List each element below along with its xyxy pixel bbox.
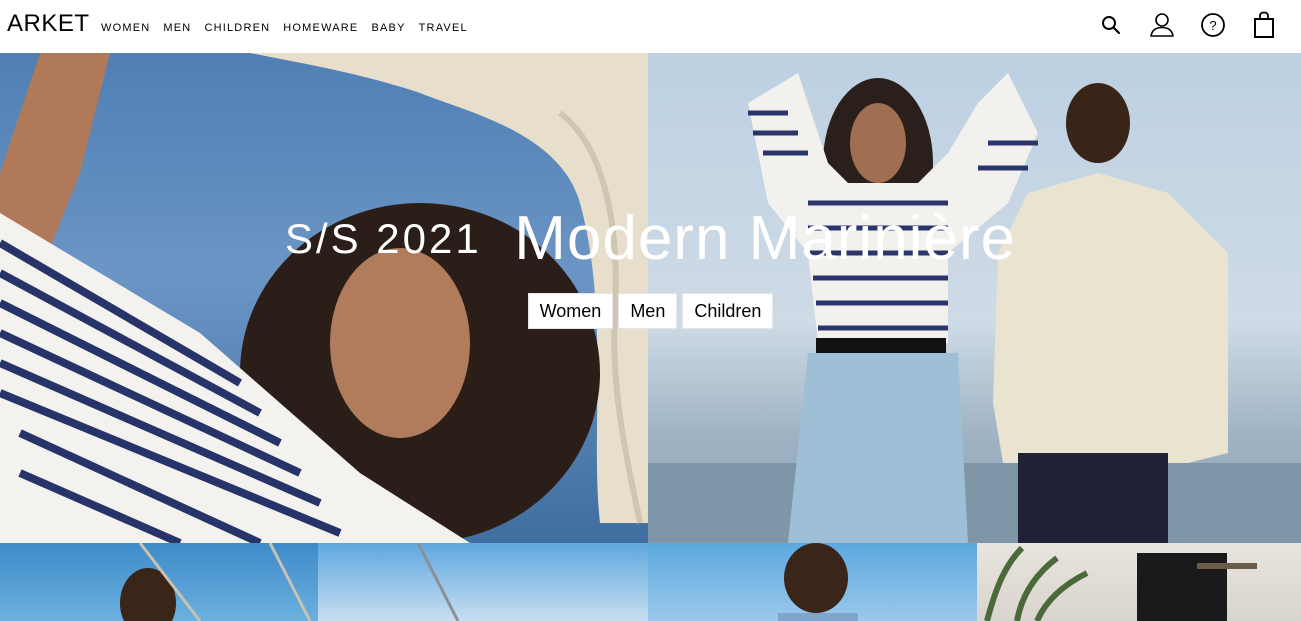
site-header: ARKET WOMEN MEN CHILDREN HOMEWARE BABY T… — [0, 0, 1301, 53]
nav-item-women[interactable]: WOMEN — [101, 21, 150, 35]
nav-item-travel[interactable]: TRAVEL — [419, 21, 468, 35]
main-nav: WOMEN MEN CHILDREN HOMEWARE BABY TRAVEL — [101, 21, 481, 35]
nav-item-homeware[interactable]: HOMEWARE — [283, 21, 358, 35]
help-icon[interactable]: ? — [1198, 10, 1228, 40]
header-icons: ? — [1075, 10, 1279, 40]
hero-heading: S/S 2021 Modern Marinière — [0, 203, 1301, 274]
svg-text:?: ? — [1209, 18, 1216, 33]
search-icon[interactable] — [1096, 10, 1126, 40]
nav-item-children[interactable]: CHILDREN — [204, 21, 270, 35]
nav-item-men[interactable]: MEN — [163, 21, 191, 35]
shop-men-button[interactable]: Men — [618, 293, 678, 329]
account-icon[interactable] — [1147, 10, 1177, 40]
bag-icon[interactable] — [1249, 10, 1279, 40]
hero-title: Modern Marinière — [514, 204, 1017, 273]
logo[interactable]: ARKET — [7, 10, 90, 38]
tile-image-3[interactable] — [648, 543, 977, 621]
nav-item-baby[interactable]: BABY — [371, 21, 405, 35]
shop-children-button[interactable]: Children — [682, 293, 774, 329]
hero-buttons: Women Men Children — [0, 293, 1301, 329]
tile-image-1[interactable] — [0, 543, 318, 621]
tile-image-4[interactable] — [977, 543, 1301, 621]
category-tiles — [0, 543, 1301, 621]
hero-banner[interactable]: S/S 2021 Modern Marinière Women Men Chil… — [0, 53, 1301, 543]
tile-image-2[interactable] — [318, 543, 648, 621]
shop-women-button[interactable]: Women — [527, 293, 614, 329]
hero-season: S/S 2021 — [284, 214, 482, 262]
